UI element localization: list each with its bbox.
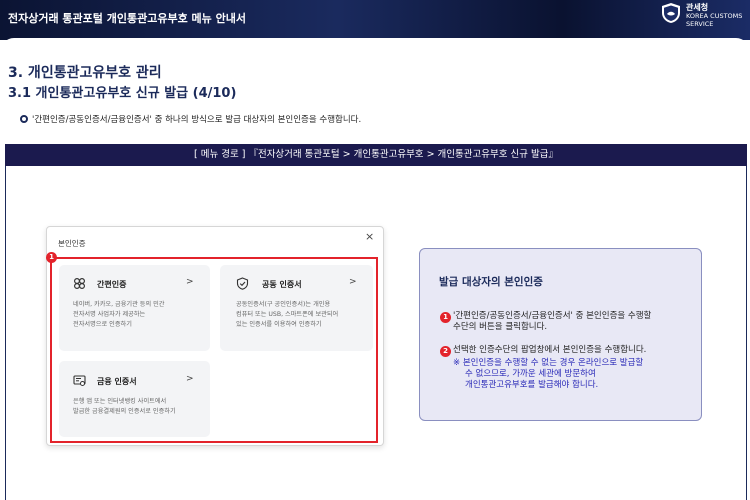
customs-emblem-icon bbox=[662, 3, 680, 23]
note-line: 수 없으므로, 가까운 세관에 방문하여 bbox=[465, 369, 596, 379]
menu-path-bar: [ 메뉴 경로 ] 『전자상거래 통관포털 > 개인통관고유부호 > 개인통관고… bbox=[5, 144, 747, 166]
chevron-right-icon: > bbox=[186, 277, 194, 287]
shield-check-icon bbox=[236, 277, 249, 290]
desc-line: 전자서명 사업자가 제공하는 bbox=[73, 311, 146, 318]
step-marker-2: 2 bbox=[440, 346, 451, 357]
step-line: 수단의 버튼을 클릭합니다. bbox=[453, 322, 548, 332]
note-text: ※ 본인인증을 수행할 수 없는 경우 온라인으로 발급할 수 없으므로, 가까… bbox=[453, 358, 643, 391]
note-line: 개인통관고유부호를 발급해야 합니다. bbox=[465, 380, 599, 390]
instruction-title: 발급 대상자의 본인인증 bbox=[439, 276, 543, 288]
desc-line: 은행 앱 또는 인터넷뱅킹 사이트에서 bbox=[73, 398, 167, 405]
ring-bullet-icon bbox=[20, 115, 28, 123]
desc-line: 전자서명으로 인증하기 bbox=[73, 321, 132, 328]
section-subheading: 3.1 개인통관고유부호 신규 발급 (4/10) bbox=[8, 86, 237, 101]
org-name-english: KOREA CUSTOMS SERVICE bbox=[686, 12, 743, 28]
intro-bullet: '간편인증/공동인증서/금융인증서' 중 하나의 방식으로 발급 대상자의 본인… bbox=[20, 113, 361, 125]
desc-line: 공동인증서(구 공인인증서)는 개인용 bbox=[236, 301, 331, 308]
simple-auth-desc: 네이버, 카카오, 금융기관 등의 민간 전자서명 사업자가 제공하는 전자서명… bbox=[73, 300, 165, 330]
desc-line: 있는 인증서를 이용하여 인증하기 bbox=[236, 321, 322, 328]
close-icon[interactable]: × bbox=[365, 230, 374, 243]
step-marker-1: 1 bbox=[440, 312, 451, 323]
intro-bullet-text: '간편인증/공동인증서/금융인증서' 중 하나의 방식으로 발급 대상자의 본인… bbox=[32, 115, 362, 125]
step-2-text: 선택한 인증수단의 팝업창에서 본인인증을 수행합니다. bbox=[453, 345, 647, 355]
step-1-text: '간편인증/공동인증서/금융인증서' 중 본인인증을 수행할 수단의 버튼을 클… bbox=[453, 311, 651, 333]
note-line: ※ 본인인증을 수행할 수 없는 경우 온라인으로 발급할 bbox=[453, 358, 644, 368]
joint-certificate-title: 공동 인증서 bbox=[262, 280, 302, 289]
chevron-right-icon: > bbox=[186, 374, 194, 384]
desc-line: 컴퓨터 또는 USB, 스마트폰에 보관되어 bbox=[236, 311, 339, 318]
chevron-right-icon: > bbox=[349, 277, 357, 287]
link-icon bbox=[73, 277, 86, 290]
step-marker-1: 1 bbox=[46, 252, 57, 263]
financial-certificate-desc: 은행 앱 또는 인터넷뱅킹 사이트에서 발급한 금융결제원의 인증서로 인증하기 bbox=[73, 397, 176, 417]
certificate-icon bbox=[73, 375, 86, 386]
section-heading: 3. 개인통관고유부호 관리 bbox=[8, 65, 162, 81]
step-line: '간편인증/공동인증서/금융인증서' 중 본인인증을 수행할 bbox=[453, 311, 652, 321]
auth-dialog-title: 본인인증 bbox=[58, 239, 86, 248]
joint-certificate-desc: 공동인증서(구 공인인증서)는 개인용 컴퓨터 또는 USB, 스마트폰에 보관… bbox=[236, 300, 338, 330]
desc-line: 네이버, 카카오, 금융기관 등의 민간 bbox=[73, 301, 165, 308]
simple-auth-title: 간편인증 bbox=[97, 280, 127, 289]
financial-certificate-title: 금융 인증서 bbox=[97, 377, 137, 386]
manual-title: 전자상거래 통관포털 개인통관고유부호 메뉴 안내서 bbox=[8, 12, 246, 25]
desc-line: 발급한 금융결제원의 인증서로 인증하기 bbox=[73, 408, 176, 415]
